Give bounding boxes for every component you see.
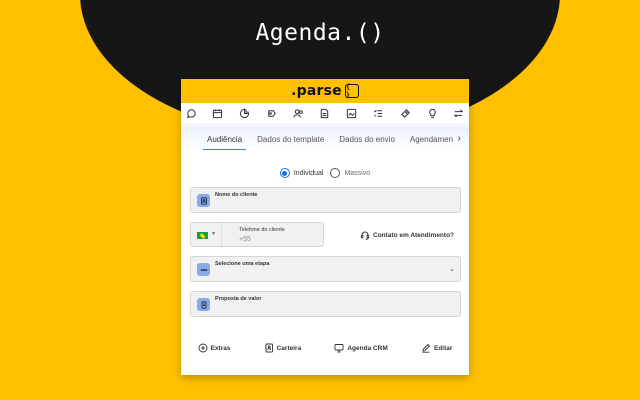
stage-select-label: Selecione uma etapa: [215, 261, 270, 267]
tag-shield-icon[interactable]: [264, 107, 278, 121]
stage-select[interactable]: Selecione uma etapa ⌄: [190, 256, 461, 282]
brazil-flag-icon[interactable]: [197, 232, 208, 239]
value-proposition-label: Proposta de valor: [215, 296, 262, 302]
client-phone-field[interactable]: ▼ Telefone do cliente +55: [190, 222, 324, 247]
radio-massivo-label: Massivo: [344, 169, 371, 177]
agenda-crm-button[interactable]: Agenda CRM: [334, 343, 388, 353]
carteira-button[interactable]: Carteira: [264, 343, 302, 353]
tab-audiencia[interactable]: Audiência: [203, 135, 247, 150]
brand-logo-text: .parse: [291, 83, 342, 99]
plus-circle-icon: [198, 343, 208, 353]
lightbulb-icon[interactable]: [425, 107, 439, 121]
headset-icon: [360, 231, 370, 240]
image-gallery-icon[interactable]: [345, 107, 359, 121]
editar-label: Editar: [433, 344, 453, 352]
pencil-icon: [422, 343, 431, 353]
swap-arrows-icon[interactable]: [452, 107, 466, 121]
bottom-action-bar: Extras Carteira Agenda CRM Editar: [181, 341, 469, 355]
brand-badge: { }: [344, 83, 359, 99]
client-name-field[interactable]: Nome do cliente: [190, 187, 461, 213]
radio-massivo[interactable]: [330, 168, 341, 178]
ticket-icon[interactable]: [398, 107, 412, 121]
extras-label: Extras: [210, 344, 231, 352]
tab-dados-do-template[interactable]: Dados do template: [253, 135, 328, 150]
value-proposition-field[interactable]: Proposta de valor: [190, 291, 461, 317]
extension-panel: .parse { } Audiência Dados do template D…: [181, 79, 469, 375]
pipeline-icon: [197, 263, 210, 276]
hero-title: Agenda.(): [255, 20, 385, 46]
list-check-icon[interactable]: [372, 107, 386, 121]
carteira-label: Carteira: [276, 344, 302, 352]
client-phone-value[interactable]: +55: [239, 236, 251, 243]
brand-header: .parse { }: [181, 79, 469, 103]
pie-chart-icon[interactable]: [238, 107, 252, 121]
icon-toolbar: [181, 103, 469, 125]
chevron-down-icon[interactable]: ⌄: [449, 265, 455, 273]
client-phone-label: Telefone do cliente: [239, 227, 285, 233]
radio-individual[interactable]: [279, 168, 290, 178]
document-icon: [197, 298, 210, 311]
calendar-icon[interactable]: [211, 107, 225, 121]
contact-in-service-label: Contato em Atendimento?: [373, 231, 455, 239]
contact-in-service-link[interactable]: Contato em Atendimento?: [360, 230, 454, 240]
contact-book-icon: [197, 194, 210, 207]
tab-agendamento[interactable]: Agendamen: [406, 135, 457, 150]
editar-button[interactable]: Editar: [421, 343, 452, 353]
users-icon[interactable]: [291, 107, 305, 121]
tab-bar: Audiência Dados do template Dados do env…: [181, 126, 469, 150]
agenda-crm-label: Agenda CRM: [347, 344, 388, 352]
client-name-label: Nome do cliente: [215, 192, 258, 198]
document-icon[interactable]: [318, 107, 332, 121]
phone-divider: [221, 223, 222, 246]
radio-individual-label: Individual: [293, 169, 324, 177]
extras-button[interactable]: Extras: [198, 343, 231, 353]
tab-dados-do-envio[interactable]: Dados do envio: [335, 135, 399, 150]
chevron-down-icon[interactable]: ▼: [211, 231, 216, 237]
contact-book-icon: [264, 343, 273, 353]
audience-type-selector: Individual Massivo: [181, 168, 469, 178]
monitor-icon: [334, 344, 344, 353]
chat-bubble-icon[interactable]: [184, 107, 198, 121]
tabs-scroll-right-button[interactable]: ›: [458, 133, 461, 144]
